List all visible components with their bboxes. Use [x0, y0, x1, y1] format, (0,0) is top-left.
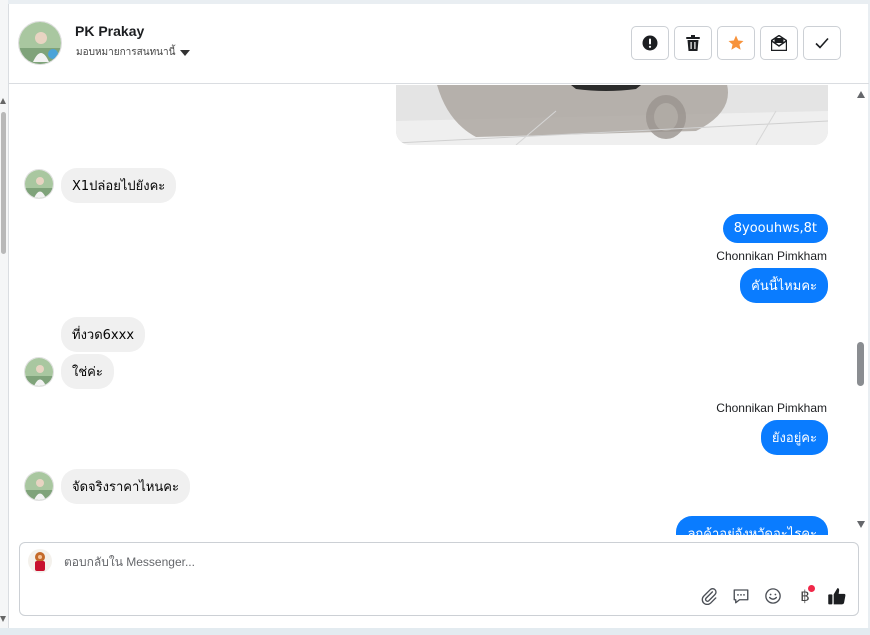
emoji-icon — [765, 588, 781, 604]
page-avatar — [28, 549, 52, 573]
like-icon — [828, 588, 846, 605]
reply-composer: ฿ — [19, 542, 859, 616]
sender-name: Chonnikan Pimkham — [716, 249, 827, 263]
assign-conversation-dropdown[interactable]: มอบหมายการสนทนานี้ — [76, 45, 191, 60]
chevron-down-icon — [180, 49, 191, 56]
assign-label: มอบหมายการสนทนานี้ — [76, 47, 176, 58]
contact-avatar-small[interactable] — [24, 357, 54, 387]
outgoing-message[interactable]: ลูกค้าอยู่จังหวัดอะไรคะ — [676, 516, 828, 535]
reply-input[interactable] — [64, 555, 664, 569]
payment-button[interactable]: ฿ — [794, 585, 816, 607]
like-button[interactable] — [826, 585, 848, 607]
sender-name: Chonnikan Pimkham — [716, 401, 827, 415]
page-scrollbar[interactable] — [0, 0, 8, 628]
header-actions — [631, 26, 841, 60]
messenger-window: PK Prakay มอบหมายการสนทนานี้ X1ปล่อยไปยั… — [8, 4, 869, 628]
shared-car-photo[interactable] — [396, 85, 828, 145]
incoming-message[interactable]: X1ปล่อยไปยังคะ — [61, 168, 177, 203]
mark-done-button[interactable] — [803, 26, 841, 60]
page-scrollbar-thumb[interactable] — [1, 112, 6, 254]
star-button[interactable] — [717, 26, 755, 60]
incoming-message[interactable]: ที่งวด6xxx — [61, 317, 146, 352]
envelope-icon — [771, 35, 787, 51]
saved-replies-button[interactable] — [730, 585, 752, 607]
scroll-down-arrow-icon[interactable] — [0, 616, 6, 622]
outgoing-message[interactable]: 8yoouhws,8t — [722, 214, 828, 243]
mark-unread-button[interactable] — [760, 26, 798, 60]
outgoing-message[interactable]: ยังอยู่คะ — [760, 420, 828, 455]
conversation-header: PK Prakay มอบหมายการสนทนานี้ — [9, 4, 869, 84]
scroll-up-arrow-icon[interactable] — [857, 91, 865, 98]
alert-icon — [642, 35, 658, 51]
scroll-down-arrow-icon[interactable] — [857, 521, 865, 528]
notification-dot — [808, 585, 815, 592]
delete-button[interactable] — [674, 26, 712, 60]
attach-icon — [701, 588, 717, 605]
outgoing-message[interactable]: คันนี้ไหมคะ — [740, 268, 828, 303]
mark-spam-button[interactable] — [631, 26, 669, 60]
star-icon — [728, 35, 744, 50]
attach-button[interactable] — [698, 585, 720, 607]
composer-tools: ฿ — [698, 585, 848, 607]
thread-scrollbar[interactable] — [854, 85, 868, 535]
emoji-button[interactable] — [762, 585, 784, 607]
incoming-message[interactable]: ใช่ค่ะ — [61, 354, 114, 389]
contact-avatar[interactable] — [18, 21, 62, 65]
scroll-up-arrow-icon[interactable] — [0, 98, 6, 104]
contact-name[interactable]: PK Prakay — [75, 23, 144, 39]
page-bottom-strip — [0, 628, 870, 635]
saved-replies-icon — [733, 589, 749, 604]
message-thread[interactable]: X1ปล่อยไปยังคะ 8yoouhws,8t Chonnikan Pim… — [9, 85, 869, 535]
incoming-message[interactable]: จัดจริงราคาไหนคะ — [61, 469, 190, 504]
contact-avatar-small[interactable] — [24, 471, 54, 501]
trash-icon — [686, 35, 700, 51]
thread-scrollbar-thumb[interactable] — [857, 342, 864, 386]
check-icon — [815, 37, 829, 49]
contact-avatar-small[interactable] — [24, 169, 54, 199]
